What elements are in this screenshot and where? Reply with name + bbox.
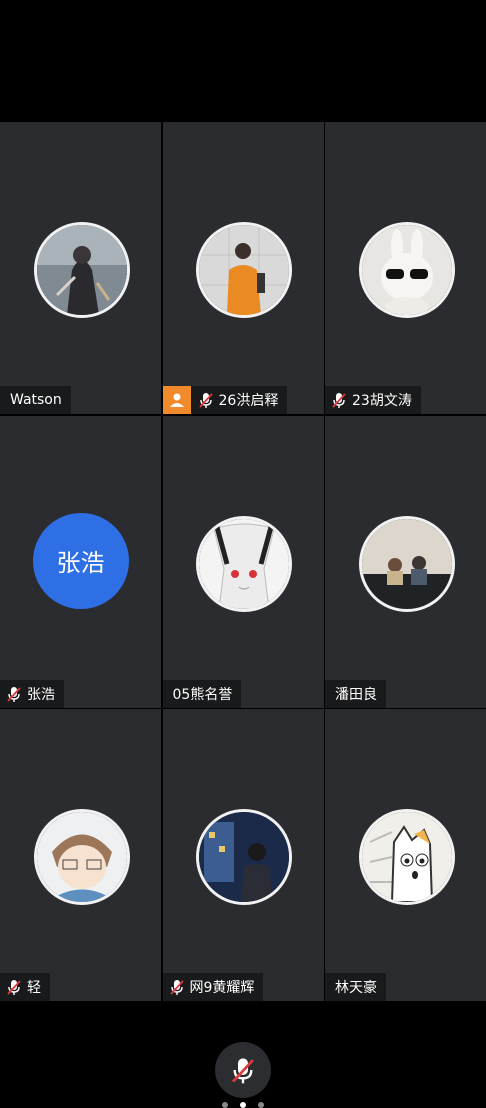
participant-tile[interactable]: 林天豪 — [325, 709, 486, 1001]
avatar — [358, 809, 455, 905]
initials-avatar: 张浩 — [32, 512, 129, 609]
mic-muted-icon — [169, 980, 184, 995]
mic-muted-icon — [232, 1058, 254, 1084]
mic-muted-icon — [7, 686, 21, 702]
avatar — [33, 809, 130, 905]
participant-name-label: 网9黄耀辉 — [162, 973, 264, 1001]
page-dot-active[interactable] — [240, 1102, 246, 1108]
participant-tile[interactable]: 轻 — [0, 709, 161, 1001]
avatar — [358, 222, 455, 318]
avatar — [33, 222, 130, 318]
participant-tile[interactable]: 23胡文涛 — [325, 122, 486, 414]
avatar — [196, 515, 292, 612]
participant-grid: Watson 26洪启释 23胡文涛 张浩 张浩 05熊名誉 潘田良 轻 网9黄… — [0, 122, 486, 1001]
page-indicator — [0, 1102, 486, 1108]
participant-tile[interactable]: Watson — [0, 122, 161, 414]
host-icon — [162, 386, 191, 414]
participant-name-label: 林天豪 — [325, 973, 386, 1001]
mic-muted-icon — [7, 980, 21, 995]
participant-name-label: 05熊名誉 — [162, 679, 242, 708]
participant-name-label: 26洪启释 — [162, 386, 288, 414]
participant-tile[interactable]: 26洪启释 — [162, 122, 324, 414]
participant-tile[interactable]: 张浩 张浩 — [0, 415, 161, 708]
participant-name-label: 潘田良 — [325, 679, 386, 708]
avatar — [358, 515, 455, 612]
participant-tile[interactable]: 网9黄耀辉 — [162, 709, 324, 1001]
page-dot[interactable] — [222, 1102, 228, 1108]
mic-muted-icon — [198, 393, 213, 408]
page-dot[interactable] — [258, 1102, 264, 1108]
avatar — [196, 222, 292, 318]
participant-tile[interactable]: 潘田良 — [325, 415, 486, 708]
participant-tile[interactable]: 05熊名誉 — [162, 415, 324, 708]
mic-muted-icon — [332, 393, 346, 408]
participant-name-label: 23胡文涛 — [325, 386, 421, 414]
avatar — [196, 809, 292, 905]
mic-toggle-button[interactable] — [215, 1042, 271, 1098]
participant-name-label: 张浩 — [0, 679, 64, 708]
participant-name-label: 轻 — [0, 973, 50, 1001]
participant-name-label: Watson — [0, 386, 71, 414]
